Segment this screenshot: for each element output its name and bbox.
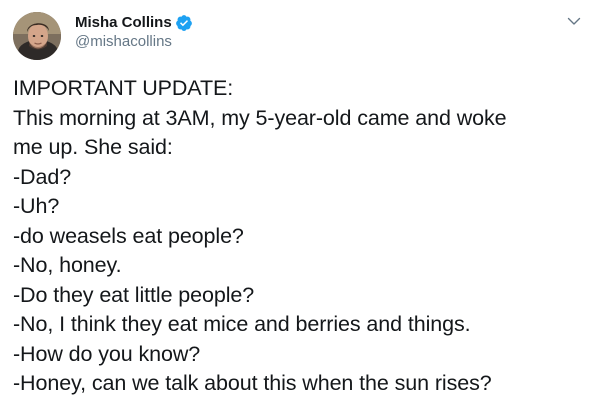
tweet-text-line: -do weasels eat people?	[13, 223, 244, 248]
verified-badge-icon	[175, 14, 193, 32]
avatar-photo	[13, 12, 61, 60]
tweet-card: Misha Collins @mishacollins IMPORTANT UP…	[0, 0, 596, 414]
author-name-row[interactable]: Misha Collins	[75, 13, 193, 33]
tweet-text-line: -Uh?	[13, 194, 60, 218]
tweet-text-line: -How do you know?	[13, 341, 201, 366]
tweet-text: IMPORTANT UPDATE: This morning at 3AM, m…	[13, 74, 588, 399]
tweet-text-line: -Dad?	[13, 164, 72, 189]
chevron-down-icon[interactable]	[566, 13, 582, 29]
tweet-text-line: me up. She said:	[13, 135, 173, 159]
author-handle[interactable]: @mishacollins	[75, 33, 172, 51]
tweet-text-line: -No, I think they eat mice and berries a…	[13, 312, 471, 336]
tweet-text-line: This morning at 3AM, my 5-year-old came …	[13, 105, 507, 130]
tweet-text-line: -Honey, can we talk about this when the …	[13, 371, 492, 395]
avatar[interactable]	[13, 12, 61, 60]
tweet-text-line: -Do they eat little people?	[13, 282, 255, 307]
tweet-text-line: IMPORTANT UPDATE:	[13, 76, 234, 100]
author-display-name[interactable]: Misha Collins	[75, 13, 172, 33]
tweet-text-line: -No, honey.	[13, 253, 122, 277]
